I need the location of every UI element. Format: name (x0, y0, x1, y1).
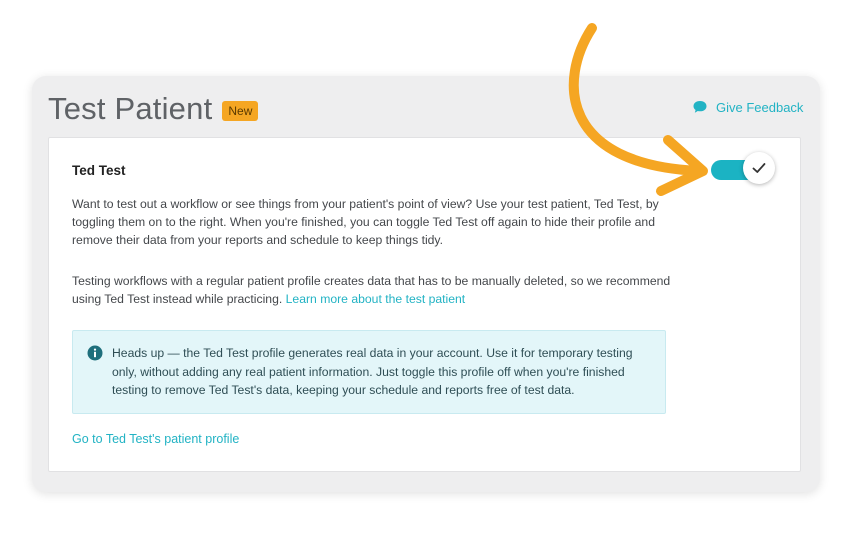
notice-text: Heads up — the Ted Test profile generate… (112, 346, 633, 397)
test-patient-toggle[interactable] (711, 152, 777, 186)
toggle-knob (743, 152, 775, 184)
description-paragraph: Want to test out a workflow or see thing… (72, 197, 659, 247)
heads-up-notice: Heads up — the Ted Test profile generate… (72, 330, 666, 414)
card-heading: Ted Test (72, 163, 126, 178)
speech-bubble-icon (692, 99, 708, 115)
page-header: Test Patient New (48, 88, 259, 130)
learn-more-link[interactable]: Learn more about the test patient (286, 292, 466, 306)
test-patient-card: Ted Test Want to test out a workflow or … (48, 137, 801, 472)
patient-profile-link[interactable]: Go to Ted Test's patient profile (72, 432, 239, 446)
checkmark-icon (752, 163, 766, 173)
give-feedback-label: Give Feedback (716, 99, 804, 115)
info-icon (87, 345, 103, 361)
recommendation-paragraph: Testing workflows with a regular patient… (72, 272, 672, 308)
page-title: Test Patient (48, 91, 213, 126)
give-feedback-link[interactable]: Give Feedback (692, 99, 803, 115)
new-badge: New (222, 101, 259, 121)
